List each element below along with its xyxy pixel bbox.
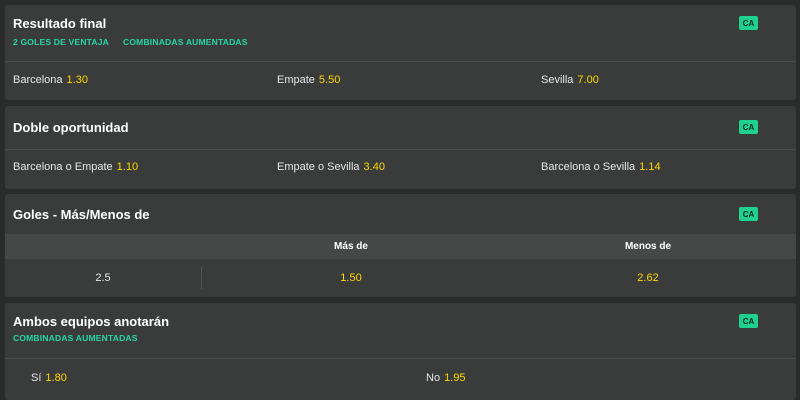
selection-label: Barcelona [13,74,63,86]
selection-empate[interactable]: Empate 5.50 [277,74,340,86]
selection-odds: 7.00 [577,74,599,86]
selection-sevilla[interactable]: Sevilla 7.00 [541,74,599,86]
selection-odds: 5.50 [318,74,341,86]
selection-no[interactable]: No 1.95 [426,372,465,384]
market-title[interactable]: Resultado final [13,16,106,31]
tag-combinadas-aumentadas: COMBINADAS AUMENTADAS [123,37,248,47]
selection-odds: 1.10 [116,161,139,173]
selection-label: Barcelona o Empate [13,161,113,173]
market-resultado-final: Resultado final CA 2 GOLES DE VENTAJA CO… [5,5,796,100]
market-title[interactable]: Ambos equipos anotarán [13,314,169,329]
selection-barcelona-o-sevilla[interactable]: Barcelona o Sevilla 1.14 [541,161,661,173]
column-header-row: Más de Menos de [5,234,796,259]
selection-odds: 1.14 [639,161,661,173]
column-header-under: Menos de [624,241,672,252]
selection-si[interactable]: Sí 1.80 [31,372,67,384]
selection-barcelona-o-empate[interactable]: Barcelona o Empate 1.10 [13,161,138,173]
selection-odds: 3.40 [363,161,385,173]
goal-line-value: 2.5 [95,272,111,284]
market-tags: 2 GOLES DE VENTAJA COMBINADAS AUMENTADAS [13,37,248,47]
ca-badge: CA [739,16,758,30]
divider [5,358,796,359]
selection-label: No [426,372,441,384]
market-title[interactable]: Doble oportunidad [13,120,129,135]
selection-barcelona[interactable]: Barcelona 1.30 [13,74,88,86]
column-header-over: Más de [334,241,368,252]
market-tags: COMBINADAS AUMENTADAS [13,333,138,343]
divider [201,267,202,289]
ca-badge: CA [739,314,758,328]
ca-badge: CA [739,207,758,221]
selection-label: Sí [31,372,42,384]
tag-goles-ventaja: 2 GOLES DE VENTAJA [13,37,110,47]
under-odds-button[interactable]: 2.62 [637,272,658,284]
selection-label: Barcelona o Sevilla [541,161,636,173]
selection-empate-o-sevilla[interactable]: Empate o Sevilla 3.40 [277,161,385,173]
divider [5,61,796,62]
selection-label: Sevilla [541,74,574,86]
selection-odds: 1.95 [444,372,466,384]
divider [5,149,796,150]
market-doble-oportunidad: Doble oportunidad CA Barcelona o Empate 1… [5,106,796,189]
market-goles-mas-menos: Goles - Más/Menos de CA Más de Menos de … [5,194,796,297]
ca-badge: CA [739,120,758,134]
selection-label: Empate [277,74,315,86]
selection-odds: 1.80 [45,372,67,384]
over-odds-button[interactable]: 1.50 [340,272,361,284]
market-title[interactable]: Goles - Más/Menos de [13,207,150,222]
selection-label: Empate o Sevilla [277,161,360,173]
selection-odds: 1.30 [66,74,88,86]
market-ambos-equipos-anotaran: Ambos equipos anotarán CA COMBINADAS AUM… [5,303,796,400]
tag-combinadas-aumentadas: COMBINADAS AUMENTADAS [13,333,138,343]
